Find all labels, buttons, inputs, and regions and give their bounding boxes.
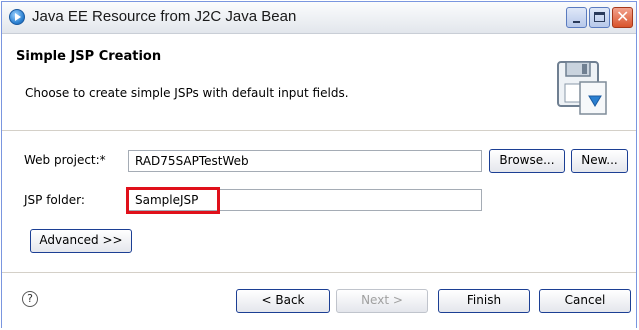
form-area: Web project:* RAD75SAPTestWeb Browse... … <box>2 131 636 271</box>
next-button[interactable]: Next > <box>336 289 428 313</box>
maximize-button[interactable] <box>589 7 610 28</box>
web-project-label: Web project:* <box>24 153 106 167</box>
back-button[interactable]: < Back <box>236 289 330 313</box>
title-bar[interactable]: Java EE Resource from J2C Java Bean ✕ <box>2 2 636 34</box>
web-project-field[interactable]: RAD75SAPTestWeb <box>128 150 482 172</box>
button-bar: ? < Back Next > Finish Cancel <box>2 272 636 329</box>
close-button[interactable]: ✕ <box>612 7 633 28</box>
new-button[interactable]: New... <box>571 149 628 173</box>
advanced-button[interactable]: Advanced >> <box>30 229 132 253</box>
close-icon: ✕ <box>616 7 630 26</box>
app-icon <box>9 9 25 25</box>
callout-highlight-box <box>126 187 220 214</box>
browse-button[interactable]: Browse... <box>489 149 565 173</box>
minimize-button[interactable] <box>566 7 587 28</box>
finish-button[interactable]: Finish <box>438 289 530 313</box>
jsp-folder-label: JSP folder: <box>24 193 85 207</box>
page-description: Choose to create simple JSPs with defaul… <box>25 86 349 100</box>
save-disk-icon <box>557 61 607 115</box>
cancel-button[interactable]: Cancel <box>539 289 631 313</box>
page-title: Simple JSP Creation <box>16 49 162 64</box>
help-icon[interactable]: ? <box>22 291 38 307</box>
window-title: Java EE Resource from J2C Java Bean <box>32 8 297 25</box>
wizard-banner: Simple JSP Creation Choose to create sim… <box>2 34 636 131</box>
dialog-window: Java EE Resource from J2C Java Bean ✕ Si… <box>1 1 637 329</box>
